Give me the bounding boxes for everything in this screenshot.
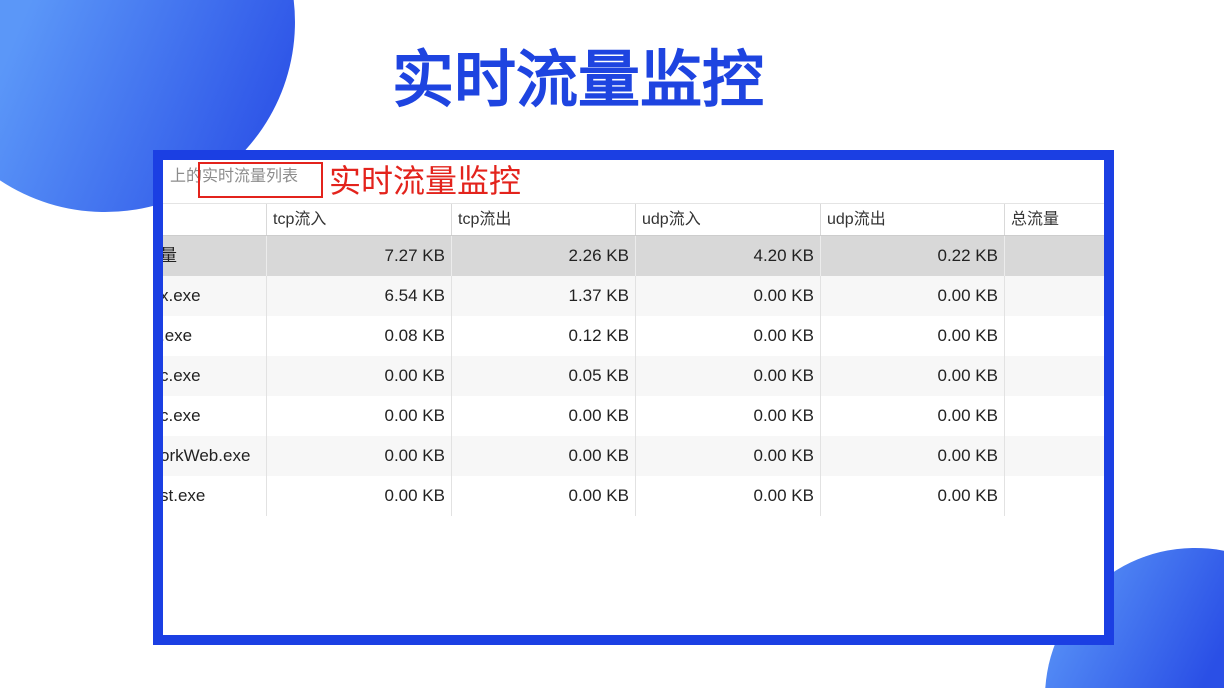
tcp-out-cell: 0.00 KB [452,436,636,476]
tcp-in-cell: 6.54 KB [267,276,452,316]
udp-out-cell: 0.00 KB [821,276,1005,316]
process-name-cell: c.exe [163,356,267,396]
total-cell [1005,316,1104,356]
total-cell [1005,396,1104,436]
total-cell [1005,276,1104,316]
total-cell [1005,356,1104,396]
udp-out-cell: 0.00 KB [821,356,1005,396]
total-cell [1005,436,1104,476]
tcp-out-cell: 2.26 KB [452,236,636,276]
tcp-in-cell: 0.00 KB [267,476,452,516]
table-row[interactable]: 量 7.27 KB 2.26 KB 4.20 KB 0.22 KB [163,236,1104,276]
table-row[interactable]: orkWeb.exe 0.00 KB 0.00 KB 0.00 KB 0.00 … [163,436,1104,476]
process-name-cell: .exe [163,316,267,356]
tcp-in-cell: 0.00 KB [267,436,452,476]
tcp-out-cell: 0.00 KB [452,396,636,436]
header-udp-in[interactable]: udp流入 [636,204,821,235]
table-row[interactable]: x.exe 6.54 KB 1.37 KB 0.00 KB 0.00 KB [163,276,1104,316]
process-name-cell: c.exe [163,396,267,436]
process-name-cell: orkWeb.exe [163,436,267,476]
udp-out-cell: 0.00 KB [821,476,1005,516]
process-name-cell: st.exe [163,476,267,516]
header-tcp-out[interactable]: tcp流出 [452,204,636,235]
table-row[interactable]: st.exe 0.00 KB 0.00 KB 0.00 KB 0.00 KB [163,476,1104,516]
screenshot-frame: 上的实时流量列表 实时流量监控 tcp流入 tcp流出 udp流入 udp流出 … [153,150,1114,645]
process-name-cell: x.exe [163,276,267,316]
tcp-in-cell: 0.00 KB [267,356,452,396]
udp-in-cell: 0.00 KB [636,436,821,476]
header-tcp-in[interactable]: tcp流入 [267,204,452,235]
annotation-label: 实时流量监控 [329,162,522,200]
header-process-name[interactable] [163,204,267,235]
total-cell [1005,236,1104,276]
header-total[interactable]: 总流量 [1005,204,1104,235]
table-row[interactable]: .exe 0.08 KB 0.12 KB 0.00 KB 0.00 KB [163,316,1104,356]
process-name-cell: 量 [163,236,267,276]
header-udp-out[interactable]: udp流出 [821,204,1005,235]
slide-title: 实时流量监控 [392,43,765,116]
udp-in-cell: 0.00 KB [636,316,821,356]
udp-in-cell: 0.00 KB [636,476,821,516]
tcp-in-cell: 0.00 KB [267,396,452,436]
udp-out-cell: 0.00 KB [821,316,1005,356]
highlight-box [198,162,323,198]
total-cell [1005,476,1104,516]
tcp-out-cell: 0.12 KB [452,316,636,356]
udp-out-cell: 0.22 KB [821,236,1005,276]
udp-out-cell: 0.00 KB [821,436,1005,476]
tcp-in-cell: 0.08 KB [267,316,452,356]
udp-in-cell: 0.00 KB [636,396,821,436]
table-row[interactable]: c.exe 0.00 KB 0.00 KB 0.00 KB 0.00 KB [163,396,1104,436]
table-row[interactable]: c.exe 0.00 KB 0.05 KB 0.00 KB 0.00 KB [163,356,1104,396]
tcp-in-cell: 7.27 KB [267,236,452,276]
udp-in-cell: 0.00 KB [636,276,821,316]
udp-in-cell: 4.20 KB [636,236,821,276]
tcp-out-cell: 0.00 KB [452,476,636,516]
tcp-out-cell: 0.05 KB [452,356,636,396]
table-header: tcp流入 tcp流出 udp流入 udp流出 总流量 [163,203,1104,236]
udp-in-cell: 0.00 KB [636,356,821,396]
tcp-out-cell: 1.37 KB [452,276,636,316]
traffic-table: tcp流入 tcp流出 udp流入 udp流出 总流量 量 7.27 KB 2.… [163,203,1104,516]
table-body: 量 7.27 KB 2.26 KB 4.20 KB 0.22 KB x.exe … [163,236,1104,516]
udp-out-cell: 0.00 KB [821,396,1005,436]
